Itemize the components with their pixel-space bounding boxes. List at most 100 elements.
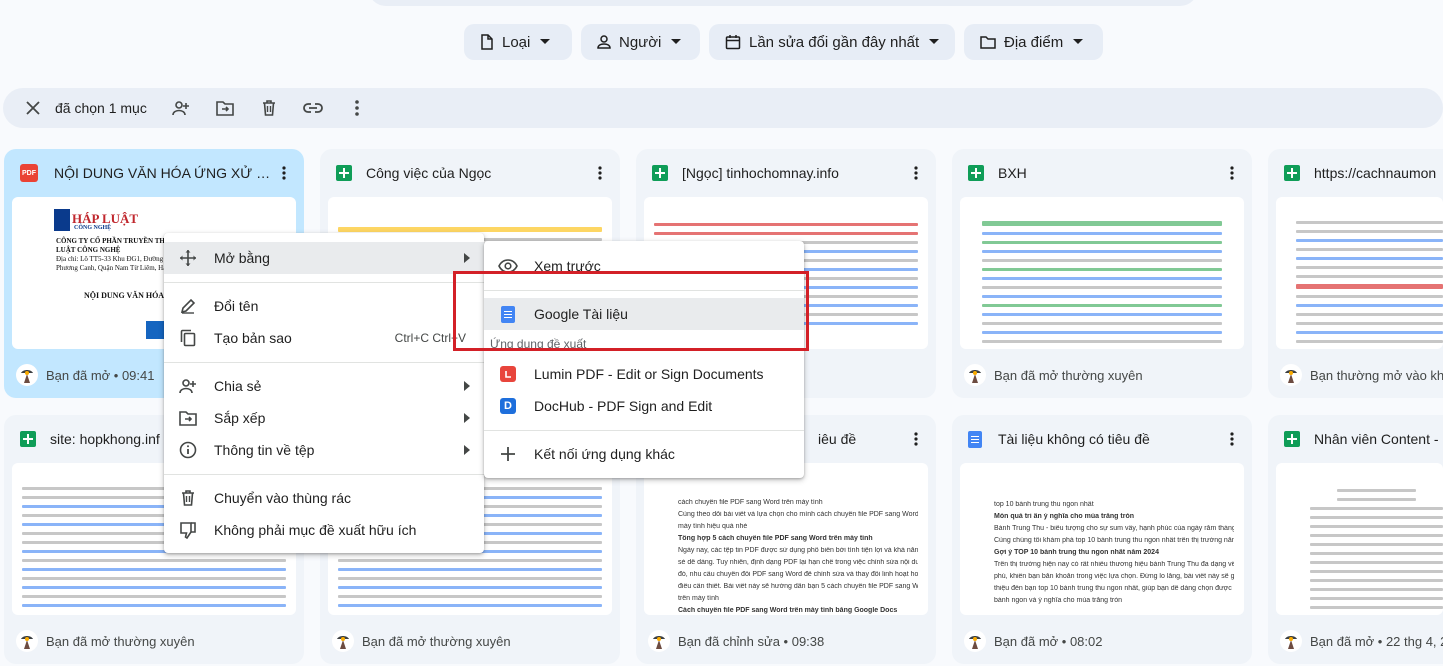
thumb-line: trên máy tính bbox=[678, 595, 719, 602]
menu-item-share[interactable]: Chia sẻ bbox=[164, 370, 484, 402]
file-title: [Ngọc] tinhochomnay.info bbox=[682, 165, 839, 181]
filter-modified-label: Lần sửa đổi gần đây nhất bbox=[749, 33, 920, 51]
sheets-file-icon bbox=[336, 165, 352, 181]
more-options-button[interactable] bbox=[1220, 161, 1244, 185]
caret-down-icon bbox=[929, 39, 940, 44]
menu-item-move-to-trash[interactable]: Chuyển vào thùng rác bbox=[164, 482, 484, 514]
menu-item-file-info[interactable]: Thông tin về tệp bbox=[164, 434, 484, 466]
file-title: NỘI DUNG VĂN HÓA ỨNG XỬ VÀ ... bbox=[54, 165, 272, 181]
copy-link-button[interactable] bbox=[295, 90, 331, 126]
chevron-right-icon bbox=[464, 413, 470, 423]
calendar-icon bbox=[725, 35, 741, 50]
trash-button[interactable] bbox=[251, 90, 287, 126]
thumb-line: cách chuyển file PDF sang Word trên máy … bbox=[678, 499, 823, 506]
sheets-file-icon bbox=[652, 165, 668, 181]
file-activity: Bạn đã mở • 08:02 bbox=[994, 633, 1103, 649]
selection-toolbar: đã chọn 1 mục bbox=[3, 88, 1443, 128]
user-avatar bbox=[332, 630, 354, 652]
file-thumbnail: cách chuyển file PDF sang Word trên máy … bbox=[644, 463, 928, 615]
move-button[interactable] bbox=[207, 90, 243, 126]
more-icon bbox=[914, 166, 918, 180]
person-icon bbox=[597, 35, 611, 49]
file-activity: Bạn thường mở vào kho bbox=[1310, 367, 1443, 383]
user-avatar bbox=[16, 364, 38, 386]
thumb-line: Cùng chúng tôi khám phá top 10 bánh trun… bbox=[994, 537, 1234, 544]
menu-item-open-with[interactable]: Mở bằng bbox=[164, 242, 484, 274]
move-arrows-icon bbox=[180, 250, 196, 266]
user-avatar bbox=[964, 630, 986, 652]
file-card[interactable]: BXH Bạn đã mở thường xuyên bbox=[952, 149, 1252, 398]
menu-item-dochub[interactable]: D DocHub - PDF Sign and Edit bbox=[484, 390, 804, 422]
more-icon bbox=[282, 166, 286, 180]
menu-item-make-copy[interactable]: Tạo bản sao Ctrl+C Ctrl+V bbox=[164, 322, 484, 354]
sheets-file-icon bbox=[1284, 165, 1300, 181]
thumb-line: Ngày nay, các tệp tin PDF được sử dụng p… bbox=[678, 547, 918, 554]
user-avatar bbox=[16, 630, 38, 652]
menu-item-not-helpful[interactable]: Không phải mục đề xuất hữu ích bbox=[164, 514, 484, 546]
pdf-file-icon: PDF bbox=[20, 164, 38, 182]
more-options-button[interactable] bbox=[904, 161, 928, 185]
sheets-file-icon bbox=[20, 431, 36, 447]
dochub-icon: D bbox=[500, 398, 516, 414]
thumb-line: top 10 bánh trung thu ngon nhất bbox=[994, 501, 1094, 508]
plus-icon bbox=[501, 447, 515, 461]
menu-item-rename[interactable]: Đổi tên bbox=[164, 290, 484, 322]
thumb-down-icon bbox=[180, 522, 196, 539]
menu-item-lumin-pdf[interactable]: Lumin PDF - Edit or Sign Documents bbox=[484, 358, 804, 390]
thumb-line: sẻ dễ dàng. Tuy nhiên, định dạng PDF lại… bbox=[678, 559, 918, 566]
thumb-line: phú, khiến bạn băn khoăn trong việc lựa … bbox=[994, 573, 1234, 580]
more-actions-button[interactable] bbox=[339, 90, 375, 126]
chevron-right-icon bbox=[464, 381, 470, 391]
thumb-line: Cách chuyển file PDF sang Word trên máy … bbox=[678, 607, 898, 614]
thumb-line: Cùng theo dõi bài viết và lựa chọn cho m… bbox=[678, 511, 918, 518]
filter-location-chip[interactable]: Địa điểm bbox=[964, 24, 1103, 60]
thumb-line: bánh ngon và ý nghĩa cho mùa trăng tròn bbox=[994, 597, 1123, 604]
annotation-highlight-box bbox=[453, 271, 809, 351]
more-icon bbox=[598, 166, 602, 180]
filter-people-chip[interactable]: Người bbox=[581, 24, 700, 60]
file-title: https://cachnaumon bbox=[1314, 165, 1437, 181]
file-activity: Bạn đã mở • 09:41 bbox=[46, 367, 155, 383]
more-options-button[interactable] bbox=[1220, 427, 1244, 451]
file-thumbnail bbox=[1276, 463, 1443, 615]
more-options-button[interactable] bbox=[904, 427, 928, 451]
share-button[interactable] bbox=[163, 90, 199, 126]
search-bar[interactable] bbox=[368, 0, 1198, 6]
thumb-heading: NỘI DUNG VĂN HÓA Ứ bbox=[84, 291, 173, 300]
file-card[interactable]: https://cachnaumon Bạn thường mở vào kho bbox=[1268, 149, 1443, 398]
file-card[interactable]: Tài liệu không có tiêu đề top 10 bánh tr… bbox=[952, 415, 1252, 664]
user-avatar bbox=[964, 364, 986, 386]
file-activity: Bạn đã mở thường xuyên bbox=[994, 367, 1143, 383]
docs-file-icon bbox=[968, 430, 982, 448]
more-icon bbox=[1230, 432, 1234, 446]
thumb-line: Tổng hợp 5 cách chuyển file PDF sang Wor… bbox=[678, 535, 873, 542]
context-menu: Mở bằng Đổi tên Tạo bản sao Ctrl+C Ctrl+… bbox=[164, 233, 484, 553]
file-thumbnail bbox=[960, 197, 1244, 349]
file-title: Nhân viên Content - bbox=[1314, 431, 1439, 447]
lumin-pdf-icon bbox=[500, 366, 516, 382]
filter-chips: Loại Người Lần sửa đổi gần đây nhất Địa … bbox=[0, 24, 1443, 60]
menu-item-organize[interactable]: Sắp xếp bbox=[164, 402, 484, 434]
clear-selection-button[interactable] bbox=[15, 90, 51, 126]
more-options-button[interactable] bbox=[272, 161, 296, 185]
file-title: Tài liệu không có tiêu đề bbox=[998, 431, 1150, 447]
user-avatar bbox=[1280, 364, 1302, 386]
selection-count: đã chọn 1 mục bbox=[55, 100, 147, 116]
menu-item-connect-more-apps[interactable]: Kết nối ứng dụng khác bbox=[484, 438, 804, 470]
thumb-line: Trên thị trường hiện nay có rất nhiều th… bbox=[994, 561, 1234, 568]
more-icon bbox=[1230, 166, 1234, 180]
file-card[interactable]: Nhân viên Content - Bạn đã mở • 22 thg 4… bbox=[1268, 415, 1443, 664]
copy-icon bbox=[180, 329, 196, 347]
thumb-line: máy tính hiệu quả nhé bbox=[678, 523, 748, 530]
pencil-icon bbox=[180, 298, 196, 314]
thumb-line: Gợi ý TOP 10 bánh trung thu ngon nhất nă… bbox=[994, 549, 1159, 556]
filter-type-label: Loại bbox=[502, 33, 531, 51]
thumb-line: thiệu đến bạn top 10 bánh trung thu ngon… bbox=[994, 585, 1234, 592]
file-activity: Bạn đã chỉnh sửa • 09:38 bbox=[678, 633, 825, 649]
more-icon bbox=[355, 100, 359, 116]
filter-people-label: Người bbox=[619, 33, 662, 51]
more-options-button[interactable] bbox=[588, 161, 612, 185]
filter-type-chip[interactable]: Loại bbox=[464, 24, 572, 60]
add-person-icon bbox=[172, 101, 189, 116]
filter-modified-chip[interactable]: Lần sửa đổi gần đây nhất bbox=[709, 24, 955, 60]
